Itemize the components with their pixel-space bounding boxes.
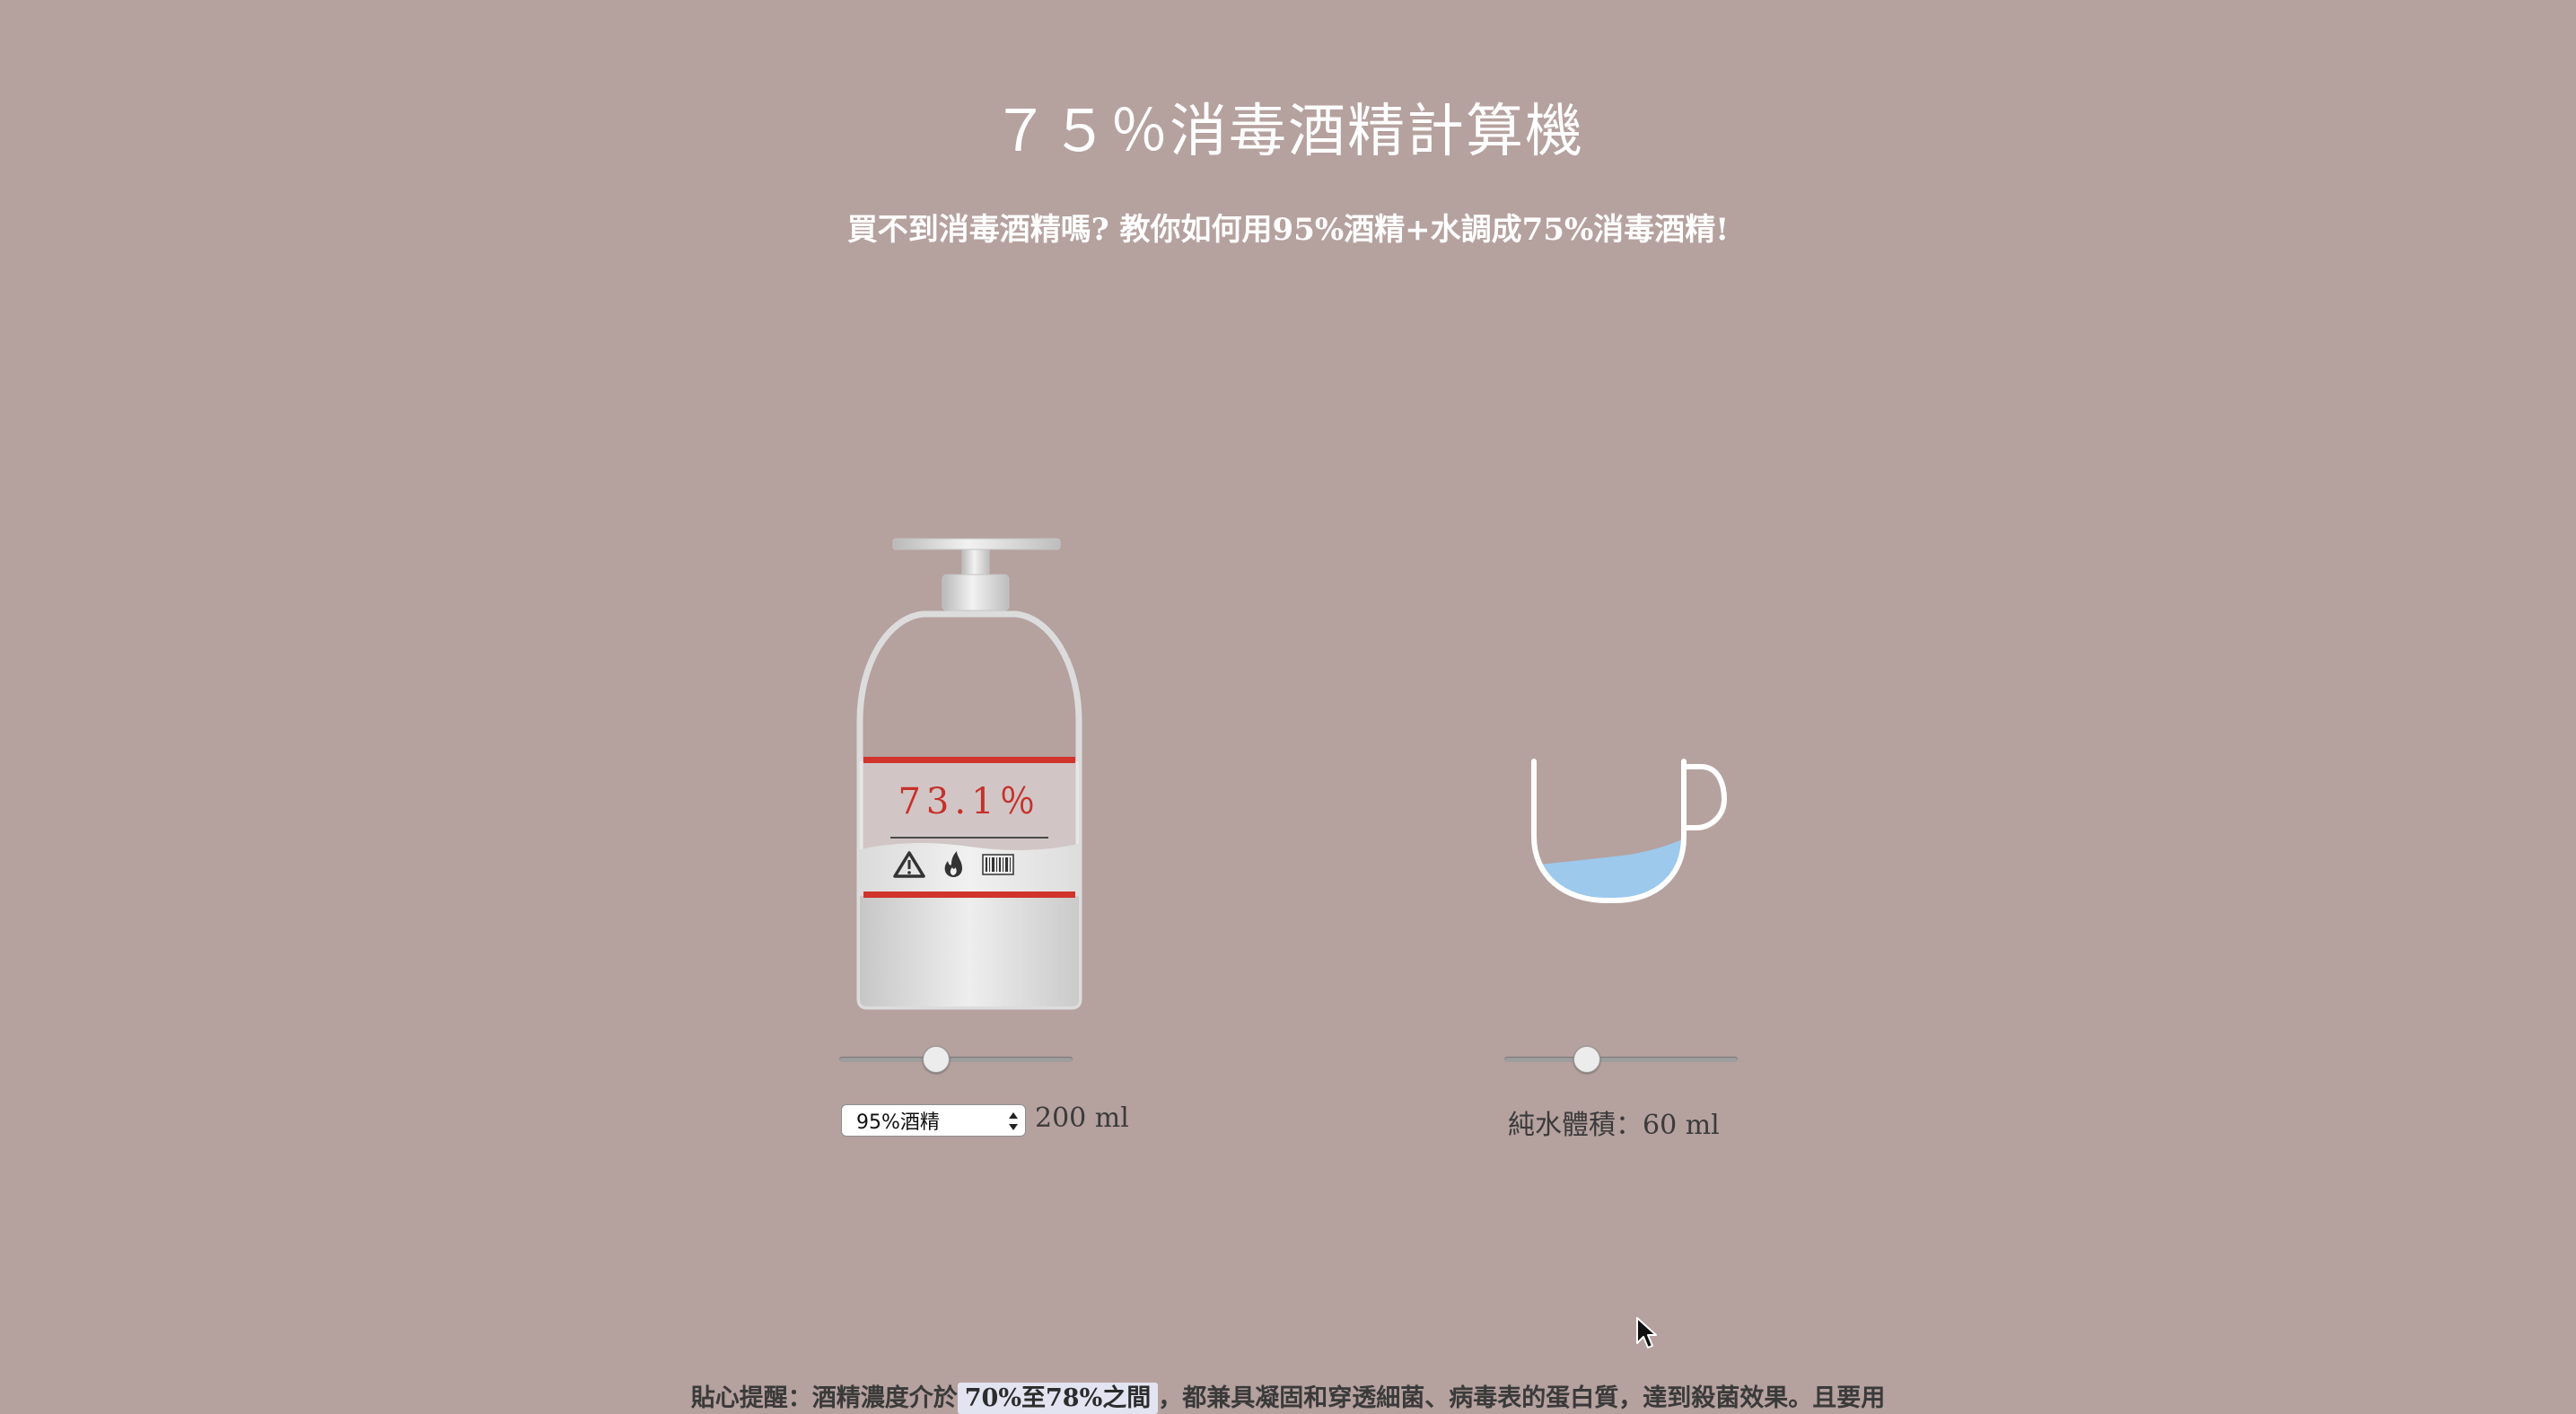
mouse-cursor-icon [1636,1317,1657,1348]
pump-head [892,538,1061,550]
water-volume-text: 純水體積：60 ml [1508,1110,1720,1141]
alcohol-type-select[interactable]: 95%酒精 [841,1104,1026,1137]
select-arrows-icon [1009,1112,1018,1130]
alcohol-bottle: 73.1％ [856,538,1082,1010]
label-stripe-bottom [863,891,1075,898]
label-stripe-top [863,757,1075,763]
pump-stem [961,549,990,575]
concentration-label: 73.1％ [898,781,1040,822]
alcohol-volume-text: 200 ml [1035,1102,1129,1134]
page-subtitle: 買不到消毒酒精嗎? 教你如何用95%酒精+水調成75%消毒酒精! [846,212,1730,248]
slider-track [1504,1057,1738,1062]
tip-prefix: 貼心提醒：酒精濃度介於 [690,1384,958,1412]
tip-suffix: ，都兼具凝固和穿透細菌、病毒表的蛋白質，達到殺菌效果。且要用 [1158,1384,1886,1412]
slider-thumb[interactable] [922,1046,950,1073]
cup-handle [1681,764,1728,830]
slider-thumb[interactable] [1573,1046,1600,1073]
slider-track [839,1057,1073,1062]
pump-collar [942,574,1010,611]
water-cup [1531,759,1728,903]
tip-text: 貼心提醒：酒精濃度介於 70%至78%之間 ，都兼具凝固和穿透細菌、病毒表的蛋白質，… [0,1378,2576,1414]
page-title: ７５％消毒酒精計算機 [992,99,1584,165]
alcohol-volume-slider[interactable] [839,1046,1073,1073]
select-value: 95%酒精 [856,1111,940,1134]
water-volume-slider[interactable] [1504,1046,1738,1073]
